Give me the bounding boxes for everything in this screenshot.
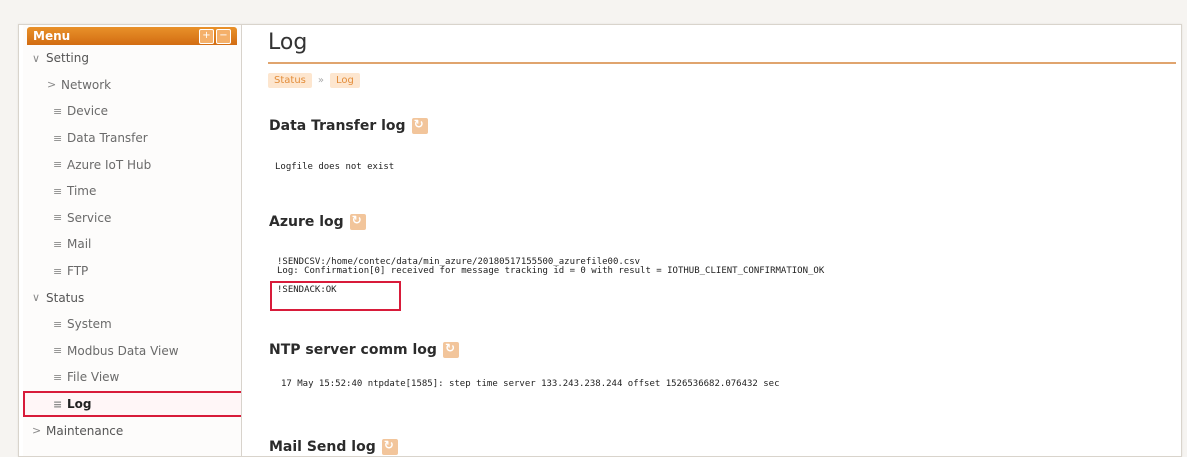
menu-category-setting[interactable]: ∨ Setting: [23, 45, 241, 72]
azure-log-heading: Azure log: [269, 213, 366, 230]
menu-item-ftp[interactable]: ≡ FTP: [23, 258, 241, 285]
refresh-icon[interactable]: [411, 117, 428, 134]
azure-log-line: Log: Confirmation[0] received for messag…: [277, 266, 825, 276]
bullet-icon: ≡: [53, 344, 63, 358]
menu-item-service[interactable]: ≡ Service: [23, 205, 241, 232]
menu-item-system[interactable]: ≡ System: [23, 311, 241, 338]
bullet-icon: ≡: [53, 104, 63, 118]
mail-send-log-heading: Mail Send log: [269, 438, 398, 455]
chevron-down-icon: ∨: [32, 291, 41, 305]
section-title-text: Mail Send log: [269, 439, 376, 455]
menu-title: Menu: [33, 29, 71, 43]
menu-item-label: Maintenance: [46, 423, 124, 438]
data-transfer-log-text: Logfile does not exist: [275, 162, 395, 172]
menu-item-label: Setting: [46, 51, 89, 66]
breadcrumb-log-current: Log: [330, 73, 360, 88]
refresh-icon[interactable]: [442, 341, 459, 358]
menu-item-file-view[interactable]: ≡ File View: [23, 364, 241, 391]
chevron-right-icon: >: [32, 424, 42, 438]
window-frame: Menu + − ∨ Setting > Network ≡ Device ≡ …: [18, 24, 1182, 457]
menu-controls: + −: [199, 28, 231, 44]
section-title-text: Data Transfer log: [269, 118, 406, 134]
highlight-box: [270, 281, 401, 311]
menu-item-modbus-data-view[interactable]: ≡ Modbus Data View: [23, 338, 241, 365]
ntp-log-text: 17 May 15:52:40 ntpdate[1585]: step time…: [281, 379, 780, 389]
data-transfer-log-heading: Data Transfer log: [269, 117, 428, 134]
bullet-icon: ≡: [53, 317, 63, 331]
breadcrumb-status-link[interactable]: Status: [268, 73, 312, 88]
refresh-icon[interactable]: [349, 213, 366, 230]
bullet-icon: ≡: [53, 184, 63, 198]
title-divider: [268, 62, 1176, 64]
chevron-right-icon: >: [47, 78, 57, 92]
menu-item-label: Network: [61, 77, 112, 92]
page-title: Log: [268, 30, 308, 55]
menu-item-label: Status: [46, 290, 85, 305]
bullet-icon: ≡: [53, 131, 63, 145]
section-title-text: NTP server comm log: [269, 342, 437, 358]
bullet-icon: ≡: [53, 264, 63, 278]
menu-item-label: Mail: [67, 237, 92, 252]
menu-item-label: Modbus Data View: [67, 343, 179, 358]
menu-item-label: Service: [67, 210, 112, 225]
breadcrumb-separator: »: [317, 75, 324, 86]
breadcrumb: Status » Log: [268, 73, 360, 88]
menu-item-label: System: [67, 317, 112, 332]
expand-all-icon[interactable]: +: [199, 28, 214, 44]
collapse-all-icon[interactable]: −: [216, 28, 231, 44]
section-title-text: Azure log: [269, 214, 344, 230]
menu-category-maintenance[interactable]: > Maintenance: [23, 417, 241, 444]
menu-item-data-transfer[interactable]: ≡ Data Transfer: [23, 125, 241, 152]
bullet-icon: ≡: [53, 237, 63, 251]
bullet-icon: ≡: [53, 397, 63, 411]
bullet-icon: ≡: [53, 370, 63, 384]
sidebar: Menu + − ∨ Setting > Network ≡ Device ≡ …: [23, 25, 242, 456]
menu-header: Menu + −: [27, 27, 237, 45]
menu-item-azure-iot-hub[interactable]: ≡ Azure IoT Hub: [23, 151, 241, 178]
main-content: Log Status » Log Data Transfer log Logfi…: [245, 25, 1177, 456]
menu-item-time[interactable]: ≡ Time: [23, 178, 241, 205]
menu-category-status[interactable]: ∨ Status: [23, 284, 241, 311]
bullet-icon: ≡: [53, 158, 63, 172]
menu-item-mail[interactable]: ≡ Mail: [23, 231, 241, 258]
menu-item-label: Data Transfer: [67, 131, 148, 146]
bullet-icon: ≡: [53, 211, 63, 225]
ntp-log-heading: NTP server comm log: [269, 341, 459, 358]
menu-item-label: FTP: [67, 264, 89, 279]
menu-item-label: Azure IoT Hub: [67, 157, 152, 172]
menu-item-network[interactable]: > Network: [23, 72, 241, 99]
menu-item-device[interactable]: ≡ Device: [23, 98, 241, 125]
refresh-icon[interactable]: [381, 438, 398, 455]
menu-item-label: Time: [67, 184, 97, 199]
menu-item-log[interactable]: ≡ Log: [23, 390, 241, 418]
menu-item-label: File View: [67, 370, 120, 385]
chevron-down-icon: ∨: [32, 51, 41, 65]
menu-item-label: Device: [67, 104, 109, 119]
menu-item-label: Log: [67, 397, 92, 412]
menu-tree: ∨ Setting > Network ≡ Device ≡ Data Tran…: [23, 45, 241, 444]
